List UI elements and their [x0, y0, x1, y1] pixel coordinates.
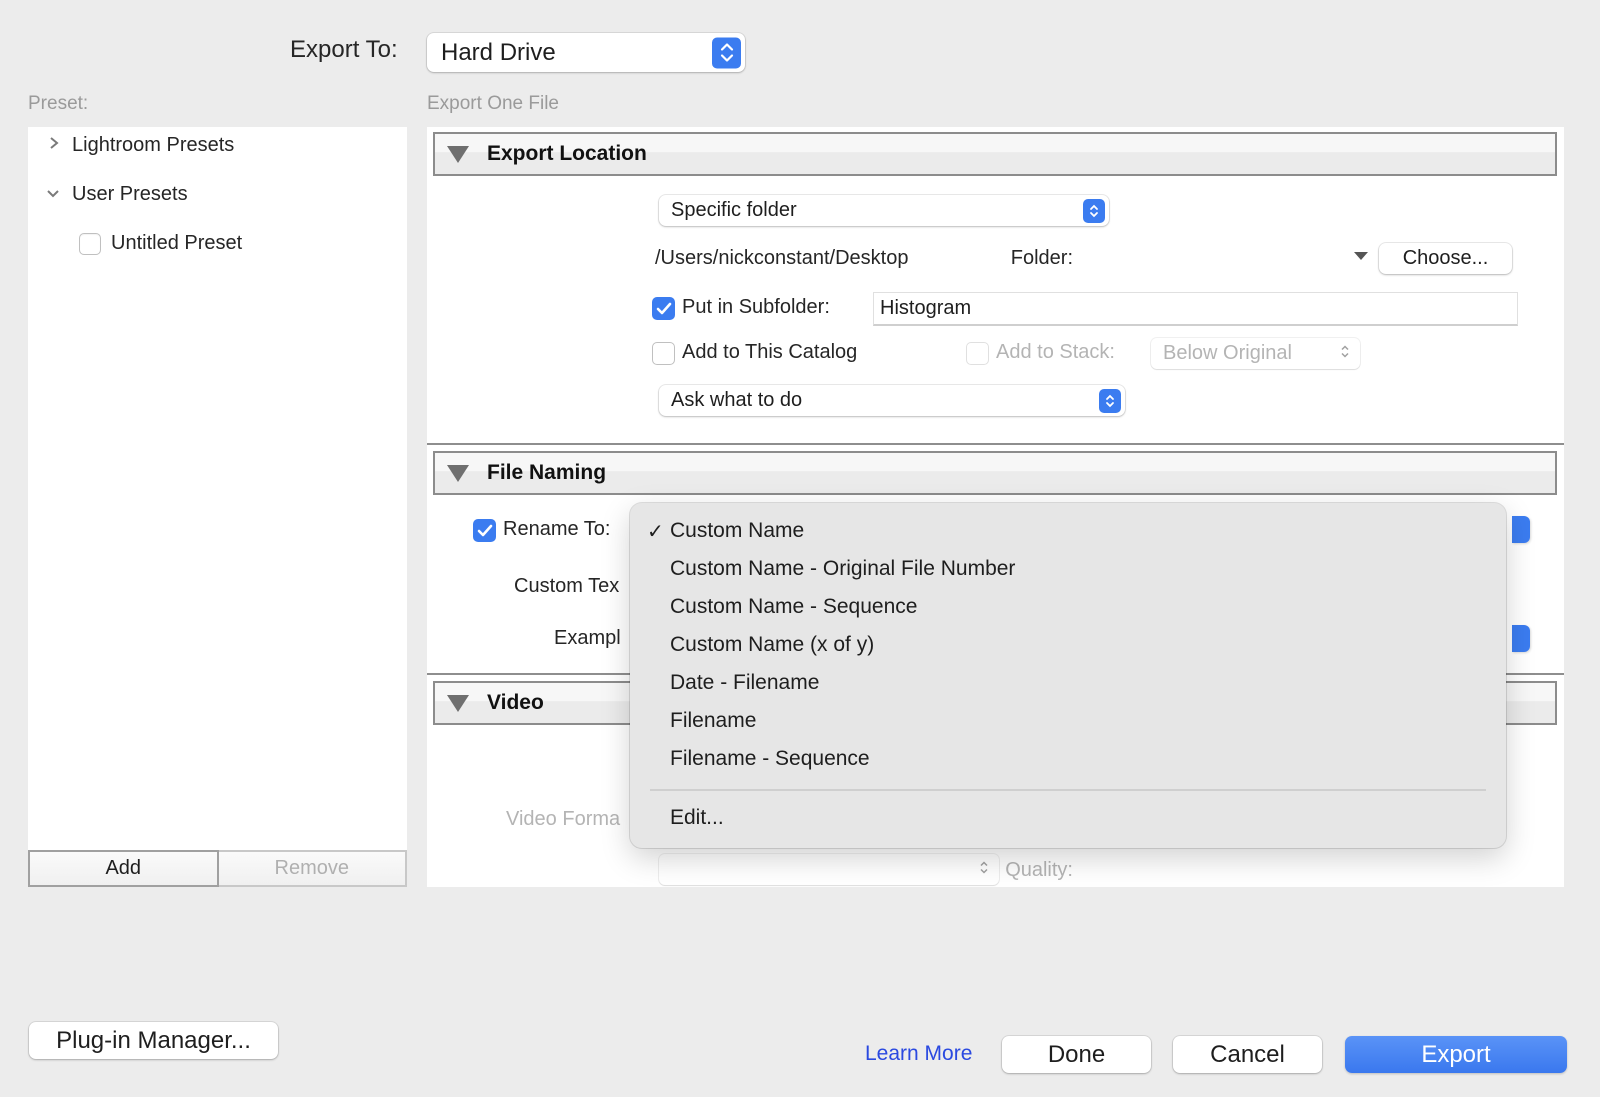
menu-item-custom-name[interactable]: ✓ Custom Name — [647, 514, 805, 548]
menu-item-custom-name-original-file-number[interactable]: Custom Name - Original File Number — [670, 552, 1015, 586]
subfolder-name-input[interactable]: Histogram — [873, 292, 1518, 326]
disclosure-triangle-icon[interactable] — [447, 145, 469, 163]
add-remove-bar: Add Remove — [28, 850, 407, 887]
section-title: Export Location — [487, 142, 647, 165]
stack-position-popup[interactable]: Below Original — [1151, 338, 1360, 369]
existing-files-value: Ask what to do — [671, 389, 803, 411]
cancel-button[interactable]: Cancel — [1173, 1036, 1322, 1073]
rename-checkbox[interactable] — [473, 519, 496, 542]
checkmark-icon — [656, 302, 671, 314]
menu-item-filename[interactable]: Filename — [670, 704, 756, 738]
choose-folder-button[interactable]: Choose... — [1379, 243, 1512, 274]
stepper-icon — [979, 858, 989, 881]
section-header-export-location[interactable]: Export Location — [433, 132, 1557, 176]
subfolder-label: Put in Subfolder: — [682, 296, 830, 318]
quality-popup[interactable] — [659, 854, 999, 885]
example-label: Exampl — [554, 627, 621, 649]
tree-item-label: User Presets — [72, 183, 188, 205]
stepper-icon — [1083, 198, 1105, 223]
export-one-file-caption: Export One File — [427, 93, 559, 114]
tree-item-lightroom-presets[interactable]: Lightroom Presets — [48, 134, 234, 157]
subfolder-checkbox[interactable] — [652, 297, 675, 320]
menu-separator — [650, 789, 1486, 791]
menu-item-edit[interactable]: Edit... — [670, 801, 724, 835]
add-preset-button[interactable]: Add — [28, 850, 219, 887]
preset-checkbox[interactable] — [79, 232, 101, 255]
add-to-catalog-label: Add to This Catalog — [682, 341, 858, 363]
stepper-icon — [1099, 388, 1121, 413]
checkmark-icon — [477, 524, 492, 536]
rename-template-stepper[interactable] — [1512, 516, 1530, 543]
remove-preset-button[interactable]: Remove — [218, 850, 407, 887]
custom-text-label: Custom Tex — [514, 575, 620, 597]
stack-position-value: Below Original — [1163, 342, 1292, 364]
menu-item-date-filename[interactable]: Date - Filename — [670, 666, 819, 700]
quality-label: Quality: — [1005, 859, 1073, 881]
add-to-catalog-checkbox[interactable] — [652, 342, 675, 365]
location-export-to-popup[interactable]: Specific folder — [659, 195, 1109, 226]
done-button[interactable]: Done — [1002, 1036, 1151, 1073]
disclosure-triangle-icon[interactable] — [447, 464, 469, 482]
export-to-label: Export To: — [290, 36, 398, 63]
tree-item-user-presets[interactable]: User Presets — [45, 183, 188, 206]
preset-item-untitled[interactable]: Untitled Preset — [79, 232, 242, 255]
preset-item-label: Untitled Preset — [111, 232, 243, 254]
section-title: Video — [487, 691, 544, 714]
menu-item-custom-name-x-of-y[interactable]: Custom Name (x of y) — [670, 628, 874, 662]
preset-caption: Preset: — [28, 93, 89, 114]
checkmark-icon: ✓ — [647, 520, 664, 543]
disclosure-triangle-icon[interactable] — [447, 694, 469, 712]
export-to-value: Hard Drive — [441, 38, 556, 66]
preset-list: Lightroom Presets User Presets Untitled … — [28, 127, 407, 850]
section-divider — [427, 443, 1564, 445]
add-to-stack-label: Add to Stack: — [996, 341, 1115, 363]
section-header-file-naming[interactable]: File Naming — [433, 451, 1557, 495]
chevron-down-icon[interactable] — [45, 184, 72, 205]
stepper-icon — [1340, 342, 1350, 365]
folder-label: Folder: — [1010, 247, 1073, 269]
video-format-label: Video Forma — [506, 808, 621, 830]
chevron-right-icon[interactable] — [48, 135, 72, 156]
menu-item-custom-name-sequence[interactable]: Custom Name - Sequence — [670, 590, 917, 624]
learn-more-link[interactable]: Learn More — [865, 1042, 972, 1066]
section-title: File Naming — [487, 461, 607, 484]
existing-files-popup[interactable]: Ask what to do — [659, 385, 1125, 416]
menu-item-label: Custom Name — [670, 519, 805, 542]
extensions-stepper[interactable] — [1512, 625, 1530, 652]
export-button[interactable]: Export — [1345, 1036, 1567, 1073]
menu-item-filename-sequence[interactable]: Filename - Sequence — [670, 742, 870, 776]
tree-item-label: Lightroom Presets — [72, 134, 235, 156]
export-to-popup[interactable]: Hard Drive — [427, 33, 745, 72]
recent-folders-dropdown-icon[interactable] — [1354, 252, 1368, 260]
location-export-to-value: Specific folder — [671, 199, 797, 221]
rename-to-label: Rename To: — [503, 518, 611, 540]
plugin-manager-button[interactable]: Plug-in Manager... — [29, 1022, 278, 1059]
rename-template-menu: ✓ Custom Name Custom Name - Original Fil… — [630, 503, 1506, 848]
add-to-stack-checkbox[interactable] — [966, 342, 989, 365]
stepper-icon — [712, 37, 741, 68]
folder-path: /Users/nickconstant/Desktop — [655, 247, 909, 269]
